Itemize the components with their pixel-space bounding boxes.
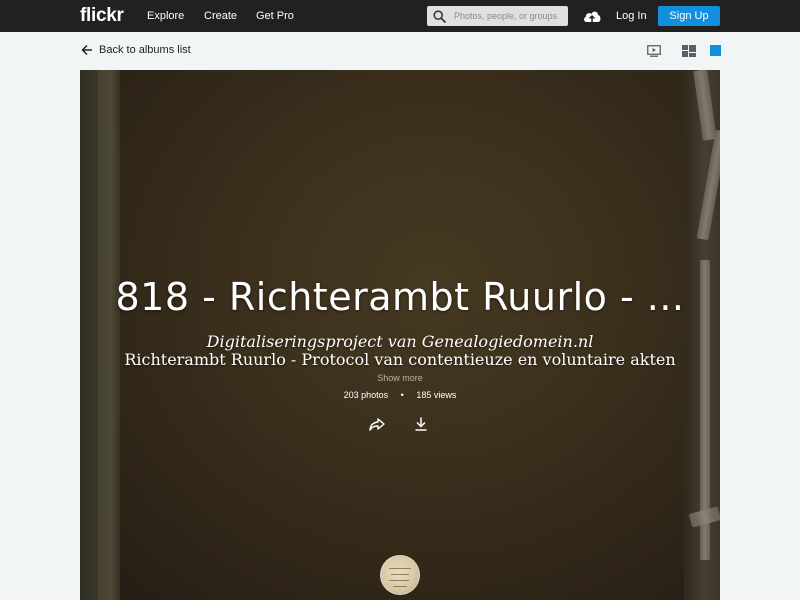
nav-get-pro[interactable]: Get Pro xyxy=(256,10,294,22)
nav-explore[interactable]: Explore xyxy=(147,10,184,22)
stats-separator: • xyxy=(400,390,404,400)
upload-cloud-icon[interactable] xyxy=(582,7,602,25)
share-icon[interactable] xyxy=(369,416,385,432)
photo-count: 203 photos xyxy=(343,390,389,400)
show-more-link[interactable]: Show more xyxy=(80,373,720,383)
arrow-left-icon xyxy=(81,44,92,56)
search-box[interactable] xyxy=(427,6,568,26)
top-nav: flickr Explore Create Get Pro Log In Sig… xyxy=(0,0,800,32)
nav-create[interactable]: Create xyxy=(204,10,237,22)
owner-avatar[interactable] xyxy=(380,555,420,595)
album-description-line1: Digitaliseringsproject van Genealogiedom… xyxy=(206,332,594,351)
flickr-logo[interactable]: flickr xyxy=(80,5,124,27)
album-cover: 818 - Richterambt Ruurlo - ... Digitalis… xyxy=(80,70,720,600)
view-count: 185 views xyxy=(416,390,457,400)
slideshow-icon[interactable] xyxy=(647,45,661,57)
back-label: Back to albums list xyxy=(99,44,191,56)
signup-button[interactable]: Sign Up xyxy=(658,6,720,26)
album-title: 818 - Richterambt Ruurlo - ... xyxy=(115,275,685,319)
search-icon[interactable] xyxy=(433,10,446,23)
login-link[interactable]: Log In xyxy=(616,10,647,22)
grid-view-icon[interactable] xyxy=(682,45,696,57)
search-input[interactable] xyxy=(454,6,566,26)
album-stats: 203 photos • 185 views xyxy=(80,390,720,400)
download-icon[interactable] xyxy=(413,416,429,432)
back-to-albums-link[interactable]: Back to albums list xyxy=(81,44,191,56)
single-view-icon[interactable] xyxy=(709,45,723,57)
album-description-line2: Richterambt Ruurlo - Protocol van conten… xyxy=(124,350,676,369)
